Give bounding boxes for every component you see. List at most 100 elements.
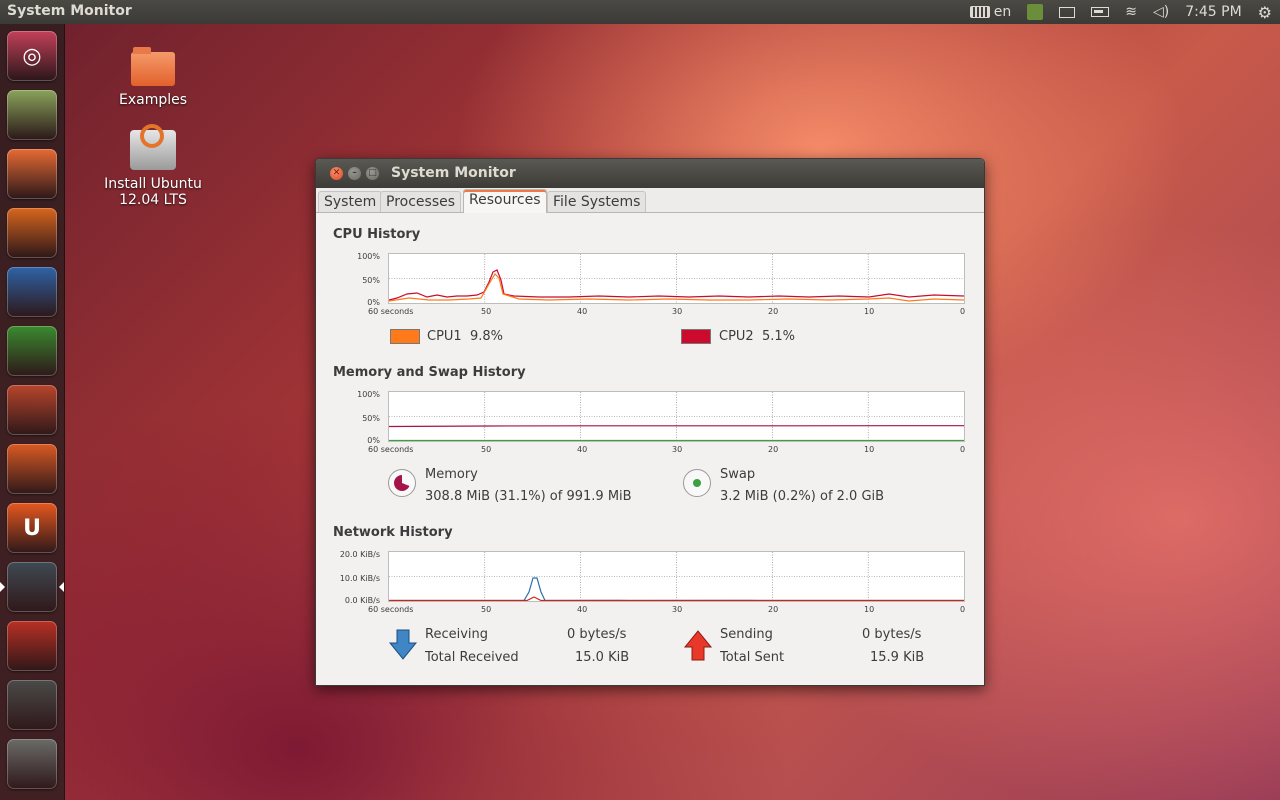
tab-file-systems[interactable]: File Systems xyxy=(547,191,647,212)
memory-line xyxy=(389,425,964,428)
trash-launcher-item[interactable] xyxy=(7,739,57,789)
gear-icon: ⚙ xyxy=(1257,2,1272,22)
system-settings-launcher-item[interactable] xyxy=(7,621,57,671)
cpu2-label: CPU2 5.1% xyxy=(719,329,795,344)
tab-processes[interactable]: Processes xyxy=(380,191,462,212)
ubuntu-installer-launcher-item[interactable] xyxy=(7,90,57,140)
libreoffice-calc-icon xyxy=(15,334,49,368)
memory-x-tick: 30 xyxy=(672,445,683,454)
network-indicator[interactable]: ≋ xyxy=(1125,4,1137,20)
network-y-tick: 0.0 KiB/s xyxy=(344,596,380,605)
memory-usage-pie[interactable] xyxy=(388,469,416,497)
receiving-label: Receiving xyxy=(425,627,489,642)
total-sent-value: 15.9 KiB xyxy=(870,650,925,665)
active-app-title: System Monitor xyxy=(7,3,132,19)
desktop-icon-examples[interactable]: Examples xyxy=(83,47,223,108)
keyboard-indicator[interactable]: en xyxy=(969,4,1012,20)
ubuntu-installer-icon xyxy=(15,98,49,132)
clock[interactable]: 7:45 PM xyxy=(1185,4,1241,20)
folder-icon xyxy=(131,47,175,86)
speaker-icon: ◁) xyxy=(1153,4,1170,20)
cpu-y-tick: 50% xyxy=(362,276,380,285)
tab-bar: System Processes Resources File Systems xyxy=(316,188,984,213)
window-title: System Monitor xyxy=(391,165,516,181)
receiving-value: 0 bytes/s xyxy=(567,627,627,642)
dash-home-icon: ◎ xyxy=(22,43,42,69)
network-x-tick: 50 xyxy=(481,605,492,614)
memory-graph-svg xyxy=(389,392,964,441)
minimize-button[interactable]: – xyxy=(348,167,361,180)
network-y-tick: 10.0 KiB/s xyxy=(339,574,380,583)
sending-label: Sending xyxy=(720,627,773,642)
memory-x-tick: 60 seconds xyxy=(368,445,414,454)
envelope-icon xyxy=(1059,6,1076,18)
software-center-launcher-item[interactable] xyxy=(7,444,57,494)
running-indicator xyxy=(0,582,5,592)
close-button[interactable]: ✕ xyxy=(330,167,343,180)
system-settings-icon xyxy=(15,629,49,663)
swap-label: Swap xyxy=(720,467,756,482)
session-indicator[interactable]: ⚙ xyxy=(1258,3,1272,22)
keyboard-icon xyxy=(969,6,990,18)
memory-value: 308.8 MiB (31.1%) of 991.9 MiB xyxy=(425,489,632,504)
cpu-x-tick: 10 xyxy=(864,307,875,316)
network-history-graph xyxy=(388,551,965,602)
top-panel: System Monitor en ≋ ◁) 7:45 PM ⚙ xyxy=(0,0,1280,24)
cpu-history-graph xyxy=(388,253,965,304)
libreoffice-writer-launcher-item[interactable] xyxy=(7,267,57,317)
tab-system[interactable]: System xyxy=(318,191,383,212)
memory-pie-fill xyxy=(394,475,410,491)
system-monitor-launcher-item[interactable] xyxy=(7,562,57,612)
firefox-launcher-item[interactable] xyxy=(7,208,57,258)
window-titlebar[interactable]: ✕ – □ System Monitor xyxy=(316,159,984,188)
update-indicator[interactable] xyxy=(1027,4,1044,20)
firefox-icon xyxy=(15,216,49,250)
memory-y-tick: 100% xyxy=(357,390,380,399)
network-y-tick: 20.0 KiB/s xyxy=(339,550,380,559)
cpu2-color-button[interactable] xyxy=(681,329,711,344)
battery-indicator[interactable] xyxy=(1091,7,1110,17)
launcher: ◎ U xyxy=(0,24,65,800)
libreoffice-calc-launcher-item[interactable] xyxy=(7,326,57,376)
cpu1-color-button[interactable] xyxy=(390,329,420,344)
ubuntu-one-launcher-item[interactable]: U xyxy=(7,503,57,553)
sending-arrow-icon[interactable] xyxy=(683,629,713,661)
swap-pie-fill xyxy=(693,479,701,487)
tab-resources[interactable]: Resources xyxy=(463,189,547,213)
home-folder-icon xyxy=(15,157,49,191)
swap-usage-pie[interactable] xyxy=(683,469,711,497)
cpu-x-tick: 40 xyxy=(577,307,588,316)
memory-x-tick: 10 xyxy=(864,445,875,454)
cpu-graph-svg xyxy=(389,254,964,303)
total-received-value: 15.0 KiB xyxy=(575,650,630,665)
libreoffice-impress-launcher-item[interactable] xyxy=(7,385,57,435)
system-monitor-window: ✕ – □ System Monitor System Processes Re… xyxy=(315,158,985,686)
cpu-x-tick: 0 xyxy=(960,307,966,316)
memory-y-tick: 50% xyxy=(362,414,380,423)
home-folder-launcher-item[interactable] xyxy=(7,149,57,199)
memory-label: Memory xyxy=(425,467,478,482)
indicator-area: en ≋ ◁) 7:45 PM ⚙ xyxy=(962,0,1280,24)
workspace-switcher-launcher-item[interactable] xyxy=(7,680,57,730)
desktop-icon-install-ubuntu[interactable]: Install Ubuntu 12.04 LTS xyxy=(83,124,223,208)
desktop-icon-label: Examples xyxy=(118,92,188,108)
libreoffice-impress-icon xyxy=(15,393,49,427)
memory-y-tick: 0% xyxy=(367,436,380,445)
update-icon xyxy=(1027,4,1044,20)
memory-history-title: Memory and Swap History xyxy=(333,365,526,380)
sound-indicator[interactable]: ◁) xyxy=(1153,4,1169,20)
keyboard-layout-label: en xyxy=(993,4,1012,20)
messaging-indicator[interactable] xyxy=(1059,6,1076,18)
maximize-button[interactable]: □ xyxy=(366,167,379,180)
wifi-icon: ≋ xyxy=(1125,4,1137,20)
cpu1-label: CPU1 9.8% xyxy=(427,329,503,344)
desktop-icon-label: Install Ubuntu 12.04 LTS xyxy=(104,176,202,208)
receiving-arrow-icon[interactable] xyxy=(388,629,418,661)
network-x-tick: 10 xyxy=(864,605,875,614)
ubuntu-one-icon: U xyxy=(23,515,41,541)
network-history-title: Network History xyxy=(333,525,453,540)
cpu-y-tick: 100% xyxy=(357,252,380,261)
libreoffice-writer-icon xyxy=(15,275,49,309)
dash-home-launcher-item[interactable]: ◎ xyxy=(7,31,57,81)
focused-indicator xyxy=(59,582,64,592)
